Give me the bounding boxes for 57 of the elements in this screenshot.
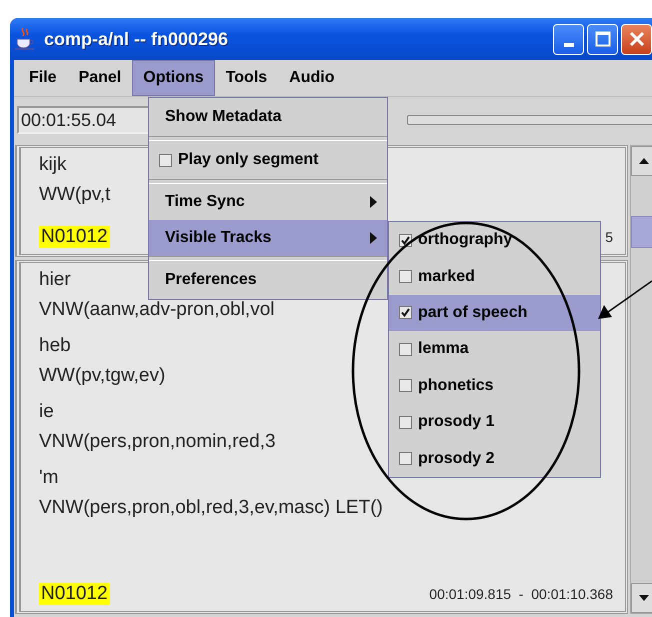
checkbox[interactable] xyxy=(159,154,172,166)
close-button[interactable] xyxy=(621,24,652,54)
checkbox[interactable] xyxy=(399,416,412,429)
scroll-thumb[interactable] xyxy=(631,216,652,248)
checkbox[interactable] xyxy=(399,270,412,284)
word-text: ie xyxy=(39,400,54,424)
up-arrow-icon xyxy=(639,158,649,164)
segment-time: 00:01:09.815 - 00:01:10.368 xyxy=(429,586,613,602)
tag-text: VNW(pers,pron,nomin,red,3 xyxy=(39,430,276,454)
submenu-arrow-icon xyxy=(370,232,377,244)
annotation-arrow xyxy=(598,280,652,319)
segment-time: 5 xyxy=(605,229,613,245)
menu-option[interactable]: Play only segment xyxy=(149,141,387,179)
checkbox[interactable] xyxy=(399,379,412,392)
submenu-arrow-icon xyxy=(370,196,377,208)
checkbox[interactable] xyxy=(399,306,412,320)
minimize-button[interactable] xyxy=(553,24,584,54)
tag-text: WW(pv,t xyxy=(39,183,110,207)
menu-item[interactable]: Audio xyxy=(278,60,346,96)
scrollbar[interactable] xyxy=(630,145,652,614)
close-icon xyxy=(628,31,644,47)
minimize-icon xyxy=(564,43,574,47)
word-text: hier xyxy=(39,268,71,292)
checkbox[interactable] xyxy=(399,342,412,356)
word-text: 'm xyxy=(39,466,58,490)
menu-item[interactable]: File xyxy=(18,60,68,96)
menu-item[interactable]: Panel xyxy=(68,60,132,96)
maximize-button[interactable] xyxy=(587,24,618,54)
track-option[interactable]: prosody 2 xyxy=(389,440,600,477)
track-option[interactable]: orthography xyxy=(389,222,600,258)
track-option[interactable]: lemma xyxy=(389,331,600,368)
check-icon xyxy=(401,236,410,245)
track-option[interactable]: phonetics xyxy=(389,368,600,404)
segment-id: N01012 xyxy=(39,583,110,605)
menu-item[interactable]: Options xyxy=(132,60,215,96)
tag-text: WW(pv,tgw,ev) xyxy=(39,364,166,388)
scroll-up-button[interactable] xyxy=(631,146,652,176)
word-text: heb xyxy=(39,334,71,358)
track-option[interactable]: prosody 1 xyxy=(389,404,600,440)
slider-track[interactable] xyxy=(407,115,652,125)
word-text: kijk xyxy=(39,153,66,177)
coffee-cup-icon xyxy=(14,27,36,51)
segment-id: N01012 xyxy=(39,226,110,248)
scroll-down-button[interactable] xyxy=(631,583,652,613)
tag-text: VNW(pers,pron,obl,red,3,ev,masc) LET() xyxy=(39,496,383,520)
down-arrow-icon xyxy=(639,595,649,601)
checkbox[interactable] xyxy=(399,452,412,466)
check-icon xyxy=(401,308,410,318)
submenu-option[interactable]: Visible Tracks xyxy=(149,220,387,256)
maximize-icon xyxy=(594,31,610,47)
menu-item[interactable]: Tools xyxy=(214,60,278,96)
menu-option[interactable]: Preferences xyxy=(149,261,387,299)
track-option[interactable]: part of speech xyxy=(389,294,600,332)
submenu-option[interactable]: Time Sync xyxy=(149,184,387,220)
tag-text: VNW(aanw,adv-pron,obl,vol xyxy=(39,298,274,322)
track-option[interactable]: marked xyxy=(389,258,600,295)
window-title: comp-a/nl -- fn000296 xyxy=(44,28,228,50)
